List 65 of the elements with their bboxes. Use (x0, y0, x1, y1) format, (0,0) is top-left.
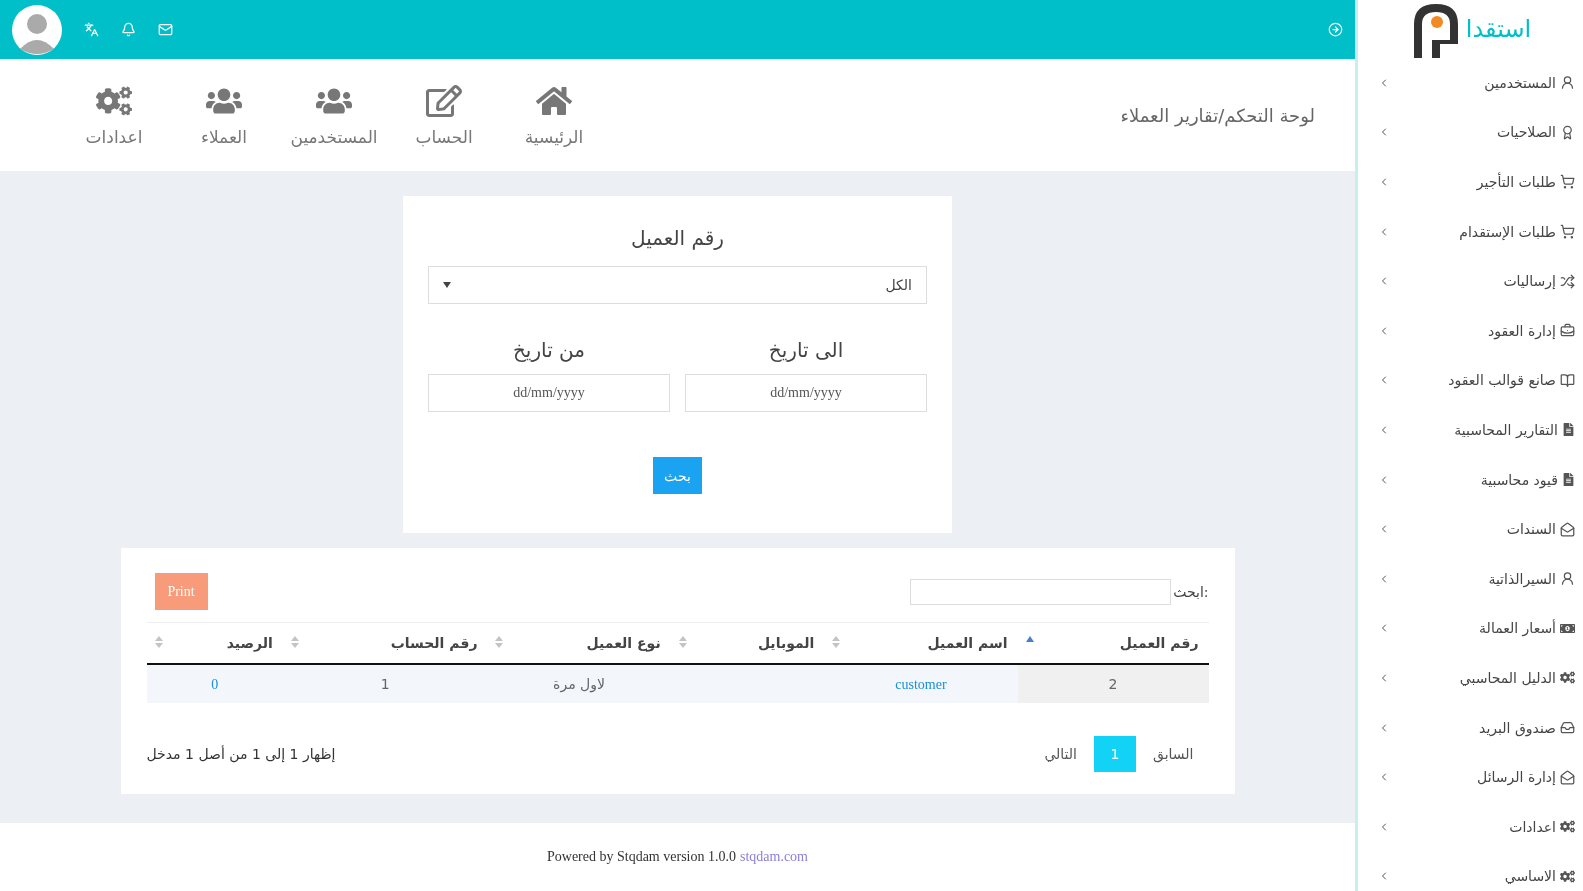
inbox-icon (1560, 720, 1575, 735)
customer-select[interactable]: الكل (428, 266, 927, 304)
table-cell: 1 (282, 664, 488, 703)
sidebar-item[interactable]: صندوق البريد (1358, 702, 1583, 753)
filter-title: رقم العميل (631, 226, 724, 250)
sidebar-item[interactable]: إدارة الرسائل (1358, 752, 1583, 802)
translate-icon[interactable] (84, 22, 99, 37)
briefcase-icon (1560, 323, 1575, 339)
sidebar-item[interactable]: التقارير المحاسبية (1358, 405, 1583, 455)
shuffle-icon (1560, 273, 1575, 289)
footer-link[interactable]: stqdam.com (739, 849, 808, 865)
logo-text: استقدا (1465, 15, 1532, 43)
sidebar-item[interactable]: الصلاحيات (1358, 107, 1583, 158)
cart-icon (1560, 174, 1575, 190)
date-field[interactable]: dd/mm/yyyy (685, 374, 927, 412)
nav-item[interactable]: اعدادات (70, 83, 158, 147)
bell-icon[interactable] (121, 22, 136, 37)
award-icon (1560, 124, 1575, 140)
footer-text: Powered by Stqdam version 1.0.0 (547, 849, 736, 865)
nav-item[interactable]: العملاء (180, 83, 268, 147)
gears-icon (1560, 670, 1575, 686)
avatar-icon[interactable] (12, 4, 62, 55)
user-icon (1560, 571, 1575, 587)
file-icon (1562, 473, 1575, 487)
sidebar-item[interactable]: إدارة العقود (1358, 305, 1583, 356)
table-cell: لاول مرة (487, 664, 671, 703)
search-label: ابحث: (1173, 583, 1209, 600)
entries-info: إظهار 1 إلى 1 من أصل 1 مدخل (146, 746, 336, 762)
table-cell: customer (824, 664, 1018, 703)
breadcrumb: لوحة التحكم/تقارير العملاء (1120, 104, 1315, 126)
nav-item[interactable]: الحساب (400, 83, 488, 147)
caret-icon (443, 282, 451, 288)
page-button[interactable]: التالي (1041, 736, 1080, 772)
file-icon (1562, 423, 1575, 437)
logout-icon[interactable] (1328, 22, 1343, 37)
mail-icon[interactable] (158, 22, 173, 37)
field-label: من تاريخ (512, 338, 586, 362)
sidebar-item[interactable]: صانع قوالب العقود (1358, 355, 1583, 406)
sidebar-item[interactable]: أسعار العمالة (1358, 603, 1583, 654)
sidebar-item[interactable]: إرساليات (1358, 256, 1583, 306)
envelope-icon (1560, 769, 1575, 785)
envelope-icon (1560, 521, 1575, 537)
sidebar-item[interactable]: اعدادات (1358, 801, 1583, 852)
nav-item[interactable]: الرئيسية (510, 83, 598, 147)
field-label: الى تاريخ (768, 338, 844, 362)
sidebar-item[interactable]: المستخدمين (1358, 58, 1583, 108)
page-button[interactable]: السابق (1150, 736, 1197, 772)
cart-icon (1560, 224, 1575, 240)
sidebar-item[interactable]: الدليل المحاسبي (1358, 653, 1583, 703)
nav-item[interactable]: المستخدمين (290, 83, 378, 147)
sidebar-item[interactable]: طلبات الإستقدام (1358, 206, 1583, 257)
table-cell: 2 (1017, 664, 1209, 703)
search-field[interactable] (910, 578, 1172, 605)
sidebar-item[interactable]: السيرالذاتية (1358, 553, 1583, 604)
date-field[interactable]: dd/mm/yyyy (428, 374, 670, 412)
book-icon (1560, 372, 1575, 388)
sidebar-item[interactable]: السندات (1358, 504, 1583, 554)
table-cell: 0 (146, 664, 283, 703)
gears-icon (1560, 868, 1575, 884)
sidebar-item[interactable]: قيود محاسبية (1358, 454, 1583, 505)
edit-icon (426, 83, 462, 119)
sidebar-item[interactable]: الاساسي (1358, 851, 1583, 891)
gears-icon (1560, 819, 1575, 835)
user-icon (1560, 75, 1575, 91)
sidebar-item[interactable]: طلبات التأجير (1358, 157, 1583, 207)
